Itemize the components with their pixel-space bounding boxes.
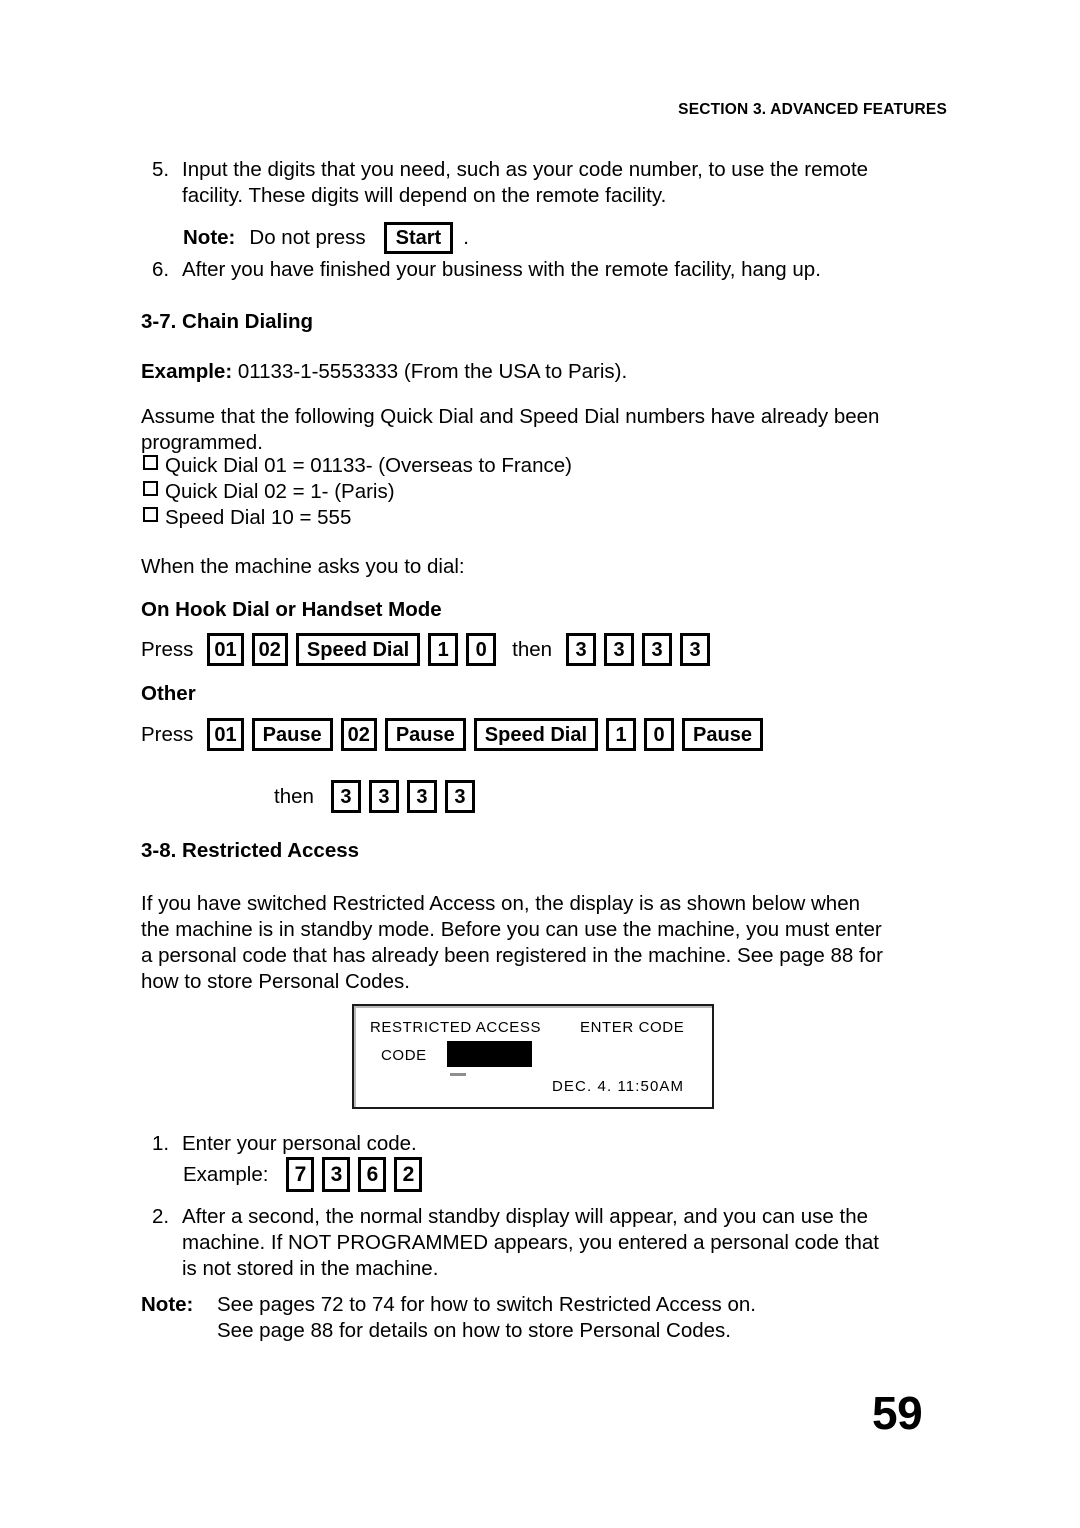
lcd-code-label: CODE (381, 1047, 427, 1064)
note-line-2: See page 88 for details on how to store … (217, 1319, 731, 1342)
step-5-line-2: facility. These digits will depend on th… (182, 184, 667, 207)
on-hook-key-sequence: Press 01 02 Speed Dial 1 0 then 3 3 3 3 (141, 633, 711, 666)
restricted-intro-line-4: how to store Personal Codes. (141, 970, 410, 993)
step-5-line-1: Input the digits that you need, such as … (182, 158, 869, 181)
chain-assume-line-1: Assume that the following Quick Dial and… (141, 405, 880, 428)
key-digit-0[interactable]: 0 (644, 718, 675, 751)
example-label: Example: (183, 1162, 269, 1186)
chain-example-line: Example: 01133-1-5553333 (From the USA t… (141, 359, 627, 385)
key-digit-1[interactable]: 1 (428, 633, 459, 666)
step-2-body: After a second, the normal standby displ… (182, 1204, 962, 1282)
document-page: SECTION 3. ADVANCED FEATURES 5. Input th… (0, 0, 1080, 1528)
step-1-marker: 1. (152, 1132, 170, 1155)
key-pause-1[interactable]: Pause (251, 718, 333, 751)
key-speed-dial[interactable]: Speed Dial (295, 633, 421, 666)
list-item: Quick Dial 01 = 01133- (Overseas to Fran… (143, 453, 572, 479)
restricted-note-row: Note: See pages 72 to 74 for how to swit… (141, 1292, 961, 1344)
step-2-line-1: After a second, the normal standby displ… (182, 1205, 869, 1228)
note-do-not-press-start: Note: Do not press Start . (183, 222, 469, 254)
list-item: Speed Dial 10 = 555 (143, 505, 572, 531)
key-speed-dial[interactable]: Speed Dial (473, 718, 599, 751)
step-2-marker: 2. (152, 1205, 170, 1228)
chain-dial-prompt: When the machine asks you to dial: (141, 555, 465, 578)
restricted-intro-paragraph: If you have switched Restricted Access o… (141, 891, 961, 995)
press-label: Press (141, 637, 194, 661)
note-line-1: See pages 72 to 74 for how to switch Res… (217, 1293, 756, 1316)
other-then-digit-sequence: then 3 3 3 3 (274, 780, 475, 813)
step-5-body: Input the digits that you need, such as … (182, 157, 952, 209)
page-number: 59 (872, 1387, 923, 1439)
restricted-note-block: Note: See pages 72 to 74 for how to swit… (141, 1292, 961, 1344)
restricted-intro-line-1: If you have switched Restricted Access o… (141, 892, 861, 915)
personal-code-example-row: Example: 7 3 6 2 (183, 1157, 423, 1192)
key-code-digit-6[interactable]: 6 (358, 1157, 387, 1192)
lcd-display-panel: RESTRICTED ACCESS ENTER CODE CODE DEC. 4… (352, 1004, 714, 1109)
list-item: Quick Dial 02 = 1- (Paris) (143, 479, 572, 505)
key-digit-3-b[interactable]: 3 (368, 780, 399, 813)
note-body: See pages 72 to 74 for how to switch Res… (217, 1292, 756, 1344)
restricted-intro-line-3: a personal code that has already been re… (141, 944, 883, 967)
restricted-intro-line-2: the machine is in standby mode. Before y… (141, 918, 882, 941)
key-digit-3-d[interactable]: 3 (444, 780, 475, 813)
bullet-text: Quick Dial 02 = 1- (Paris) (165, 480, 395, 503)
conjunction-then: then (512, 637, 553, 661)
note-text-before: Do not press (249, 226, 366, 249)
key-code-digit-2[interactable]: 2 (394, 1157, 423, 1192)
key-code-digit-7[interactable]: 7 (286, 1157, 315, 1192)
chain-assume-paragraph: Assume that the following Quick Dial and… (141, 404, 951, 456)
chain-assume-line-2: programmed. (141, 431, 263, 454)
key-digit-3-a[interactable]: 3 (330, 780, 361, 813)
step-6-body: After you have finished your business wi… (182, 258, 821, 281)
key-pause-2[interactable]: Pause (384, 718, 466, 751)
key-digit-3-a[interactable]: 3 (566, 633, 597, 666)
lcd-title-restricted-access: RESTRICTED ACCESS (370, 1019, 542, 1036)
chain-bullet-list: Quick Dial 01 = 01133- (Overseas to Fran… (143, 453, 572, 531)
other-key-sequence: Press 01 Pause 02 Pause Speed Dial 1 0 P… (141, 718, 763, 751)
lcd-code-input-field[interactable] (447, 1041, 532, 1067)
key-digit-3-c[interactable]: 3 (406, 780, 437, 813)
key-digit-3-c[interactable]: 3 (642, 633, 673, 666)
numbered-step-5: 5. Input the digits that you need, such … (152, 157, 952, 209)
key-quick-dial-02[interactable]: 02 (251, 633, 288, 666)
shadow-square-bullet-icon (143, 455, 165, 471)
shadow-square-bullet-icon (143, 507, 165, 523)
note-text-after: . (463, 226, 469, 249)
key-pause-3[interactable]: Pause (682, 718, 763, 751)
step-6-marker: 6. (152, 258, 170, 281)
step-2-line-2: machine. If NOT PROGRAMMED appears, you … (182, 1231, 879, 1254)
numbered-step-6: 6. After you have finished your business… (152, 257, 952, 283)
heading-chain-dialing: 3-7. Chain Dialing (141, 310, 313, 333)
key-digit-0[interactable]: 0 (466, 633, 497, 666)
step-1-text: Enter your personal code. (182, 1132, 417, 1155)
restricted-step-1: 1. Enter your personal code. (152, 1131, 852, 1157)
key-code-digit-3[interactable]: 3 (322, 1157, 351, 1192)
key-digit-3-b[interactable]: 3 (604, 633, 635, 666)
key-quick-dial-02[interactable]: 02 (340, 718, 377, 751)
note-label: Note: (183, 226, 236, 249)
chain-example-label: Example: (141, 360, 233, 383)
key-start[interactable]: Start (383, 222, 454, 254)
step-5-marker: 5. (152, 158, 170, 181)
restricted-step-2: 2. After a second, the normal standby di… (152, 1204, 962, 1282)
subheading-on-hook-dial: On Hook Dial or Handset Mode (141, 598, 442, 621)
heading-restricted-access: 3-8. Restricted Access (141, 839, 360, 862)
running-header: SECTION 3. ADVANCED FEATURES (678, 101, 947, 118)
lcd-datetime: DEC. 4. 11:50AM (552, 1078, 685, 1095)
note-label: Note: (141, 1293, 194, 1316)
bullet-text: Quick Dial 01 = 01133- (Overseas to Fran… (165, 454, 572, 477)
key-quick-dial-01[interactable]: 01 (207, 718, 244, 751)
key-digit-1[interactable]: 1 (606, 718, 637, 751)
press-label: Press (141, 722, 194, 746)
lcd-cursor-underscore (450, 1073, 466, 1076)
subheading-other: Other (141, 682, 196, 705)
lcd-title-enter-code: ENTER CODE (580, 1019, 685, 1036)
chain-example-text: 01133-1-5553333 (From the USA to Paris). (237, 360, 628, 383)
bullet-text: Speed Dial 10 = 555 (165, 506, 352, 529)
conjunction-then: then (274, 784, 314, 808)
key-quick-dial-01[interactable]: 01 (207, 633, 244, 666)
lcd-screen: RESTRICTED ACCESS ENTER CODE CODE DEC. 4… (354, 1006, 712, 1107)
step-2-line-3: is not stored in the machine. (182, 1257, 439, 1280)
key-digit-3-d[interactable]: 3 (680, 633, 711, 666)
shadow-square-bullet-icon (143, 481, 165, 497)
